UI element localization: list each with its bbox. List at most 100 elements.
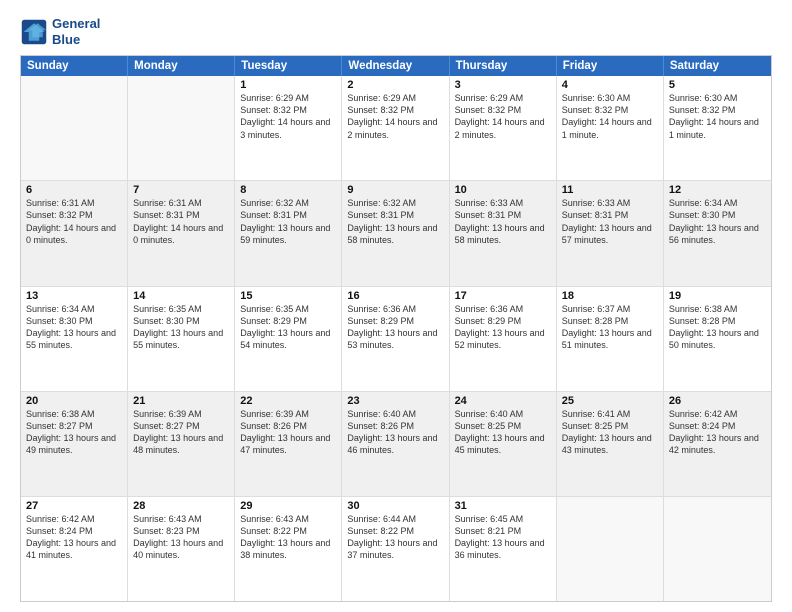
day-number: 30 [347, 500, 443, 512]
day-number: 20 [26, 395, 122, 407]
day-number: 21 [133, 395, 229, 407]
calendar-cell [128, 76, 235, 180]
cell-text: Sunrise: 6:39 AMSunset: 8:26 PMDaylight:… [240, 408, 336, 457]
day-number: 26 [669, 395, 766, 407]
day-number: 2 [347, 79, 443, 91]
calendar-header-cell: Friday [557, 56, 664, 76]
calendar-header-cell: Monday [128, 56, 235, 76]
cell-text: Sunrise: 6:32 AMSunset: 8:31 PMDaylight:… [240, 197, 336, 246]
cell-text: Sunrise: 6:29 AMSunset: 8:32 PMDaylight:… [240, 92, 336, 141]
cell-text: Sunrise: 6:34 AMSunset: 8:30 PMDaylight:… [669, 197, 766, 246]
day-number: 14 [133, 290, 229, 302]
cell-text: Sunrise: 6:35 AMSunset: 8:29 PMDaylight:… [240, 303, 336, 352]
calendar-cell: 22Sunrise: 6:39 AMSunset: 8:26 PMDayligh… [235, 392, 342, 496]
day-number: 25 [562, 395, 658, 407]
day-number: 10 [455, 184, 551, 196]
calendar-cell: 25Sunrise: 6:41 AMSunset: 8:25 PMDayligh… [557, 392, 664, 496]
calendar-row: 20Sunrise: 6:38 AMSunset: 8:27 PMDayligh… [21, 392, 771, 497]
calendar-cell: 3Sunrise: 6:29 AMSunset: 8:32 PMDaylight… [450, 76, 557, 180]
calendar-cell: 9Sunrise: 6:32 AMSunset: 8:31 PMDaylight… [342, 181, 449, 285]
cell-text: Sunrise: 6:40 AMSunset: 8:25 PMDaylight:… [455, 408, 551, 457]
cell-text: Sunrise: 6:44 AMSunset: 8:22 PMDaylight:… [347, 513, 443, 562]
cell-text: Sunrise: 6:43 AMSunset: 8:23 PMDaylight:… [133, 513, 229, 562]
calendar-row: 1Sunrise: 6:29 AMSunset: 8:32 PMDaylight… [21, 76, 771, 181]
cell-text: Sunrise: 6:30 AMSunset: 8:32 PMDaylight:… [669, 92, 766, 141]
calendar-header-cell: Sunday [21, 56, 128, 76]
day-number: 15 [240, 290, 336, 302]
calendar-cell: 19Sunrise: 6:38 AMSunset: 8:28 PMDayligh… [664, 287, 771, 391]
day-number: 22 [240, 395, 336, 407]
calendar-cell: 10Sunrise: 6:33 AMSunset: 8:31 PMDayligh… [450, 181, 557, 285]
logo-icon [20, 18, 48, 46]
day-number: 6 [26, 184, 122, 196]
cell-text: Sunrise: 6:31 AMSunset: 8:31 PMDaylight:… [133, 197, 229, 246]
cell-text: Sunrise: 6:39 AMSunset: 8:27 PMDaylight:… [133, 408, 229, 457]
cell-text: Sunrise: 6:30 AMSunset: 8:32 PMDaylight:… [562, 92, 658, 141]
cell-text: Sunrise: 6:32 AMSunset: 8:31 PMDaylight:… [347, 197, 443, 246]
calendar-cell: 5Sunrise: 6:30 AMSunset: 8:32 PMDaylight… [664, 76, 771, 180]
cell-text: Sunrise: 6:45 AMSunset: 8:21 PMDaylight:… [455, 513, 551, 562]
day-number: 7 [133, 184, 229, 196]
day-number: 4 [562, 79, 658, 91]
calendar-cell: 7Sunrise: 6:31 AMSunset: 8:31 PMDaylight… [128, 181, 235, 285]
calendar-cell: 14Sunrise: 6:35 AMSunset: 8:30 PMDayligh… [128, 287, 235, 391]
calendar-cell: 29Sunrise: 6:43 AMSunset: 8:22 PMDayligh… [235, 497, 342, 601]
day-number: 28 [133, 500, 229, 512]
cell-text: Sunrise: 6:37 AMSunset: 8:28 PMDaylight:… [562, 303, 658, 352]
calendar-cell: 28Sunrise: 6:43 AMSunset: 8:23 PMDayligh… [128, 497, 235, 601]
calendar-row: 6Sunrise: 6:31 AMSunset: 8:32 PMDaylight… [21, 181, 771, 286]
day-number: 24 [455, 395, 551, 407]
day-number: 17 [455, 290, 551, 302]
cell-text: Sunrise: 6:38 AMSunset: 8:28 PMDaylight:… [669, 303, 766, 352]
calendar-cell: 27Sunrise: 6:42 AMSunset: 8:24 PMDayligh… [21, 497, 128, 601]
calendar-cell: 13Sunrise: 6:34 AMSunset: 8:30 PMDayligh… [21, 287, 128, 391]
cell-text: Sunrise: 6:40 AMSunset: 8:26 PMDaylight:… [347, 408, 443, 457]
calendar-cell [557, 497, 664, 601]
calendar-body: 1Sunrise: 6:29 AMSunset: 8:32 PMDaylight… [21, 76, 771, 601]
cell-text: Sunrise: 6:36 AMSunset: 8:29 PMDaylight:… [347, 303, 443, 352]
day-number: 3 [455, 79, 551, 91]
calendar: SundayMondayTuesdayWednesdayThursdayFrid… [20, 55, 772, 602]
calendar-header: SundayMondayTuesdayWednesdayThursdayFrid… [21, 56, 771, 76]
cell-text: Sunrise: 6:34 AMSunset: 8:30 PMDaylight:… [26, 303, 122, 352]
cell-text: Sunrise: 6:31 AMSunset: 8:32 PMDaylight:… [26, 197, 122, 246]
cell-text: Sunrise: 6:29 AMSunset: 8:32 PMDaylight:… [455, 92, 551, 141]
day-number: 1 [240, 79, 336, 91]
calendar-cell: 17Sunrise: 6:36 AMSunset: 8:29 PMDayligh… [450, 287, 557, 391]
logo-text: General Blue [52, 16, 100, 47]
day-number: 8 [240, 184, 336, 196]
calendar-cell [664, 497, 771, 601]
day-number: 29 [240, 500, 336, 512]
calendar-cell: 15Sunrise: 6:35 AMSunset: 8:29 PMDayligh… [235, 287, 342, 391]
cell-text: Sunrise: 6:36 AMSunset: 8:29 PMDaylight:… [455, 303, 551, 352]
logo: General Blue [20, 16, 100, 47]
cell-text: Sunrise: 6:35 AMSunset: 8:30 PMDaylight:… [133, 303, 229, 352]
calendar-row: 13Sunrise: 6:34 AMSunset: 8:30 PMDayligh… [21, 287, 771, 392]
page: General Blue SundayMondayTuesdayWednesda… [0, 0, 792, 612]
cell-text: Sunrise: 6:42 AMSunset: 8:24 PMDaylight:… [26, 513, 122, 562]
day-number: 13 [26, 290, 122, 302]
day-number: 31 [455, 500, 551, 512]
day-number: 18 [562, 290, 658, 302]
day-number: 19 [669, 290, 766, 302]
calendar-cell: 4Sunrise: 6:30 AMSunset: 8:32 PMDaylight… [557, 76, 664, 180]
day-number: 16 [347, 290, 443, 302]
day-number: 12 [669, 184, 766, 196]
calendar-cell: 24Sunrise: 6:40 AMSunset: 8:25 PMDayligh… [450, 392, 557, 496]
calendar-cell: 31Sunrise: 6:45 AMSunset: 8:21 PMDayligh… [450, 497, 557, 601]
day-number: 27 [26, 500, 122, 512]
calendar-cell: 18Sunrise: 6:37 AMSunset: 8:28 PMDayligh… [557, 287, 664, 391]
header: General Blue [20, 16, 772, 47]
calendar-header-cell: Saturday [664, 56, 771, 76]
calendar-cell: 2Sunrise: 6:29 AMSunset: 8:32 PMDaylight… [342, 76, 449, 180]
cell-text: Sunrise: 6:29 AMSunset: 8:32 PMDaylight:… [347, 92, 443, 141]
day-number: 5 [669, 79, 766, 91]
cell-text: Sunrise: 6:41 AMSunset: 8:25 PMDaylight:… [562, 408, 658, 457]
calendar-cell: 1Sunrise: 6:29 AMSunset: 8:32 PMDaylight… [235, 76, 342, 180]
calendar-cell [21, 76, 128, 180]
cell-text: Sunrise: 6:42 AMSunset: 8:24 PMDaylight:… [669, 408, 766, 457]
calendar-row: 27Sunrise: 6:42 AMSunset: 8:24 PMDayligh… [21, 497, 771, 601]
calendar-cell: 12Sunrise: 6:34 AMSunset: 8:30 PMDayligh… [664, 181, 771, 285]
day-number: 11 [562, 184, 658, 196]
calendar-cell: 6Sunrise: 6:31 AMSunset: 8:32 PMDaylight… [21, 181, 128, 285]
